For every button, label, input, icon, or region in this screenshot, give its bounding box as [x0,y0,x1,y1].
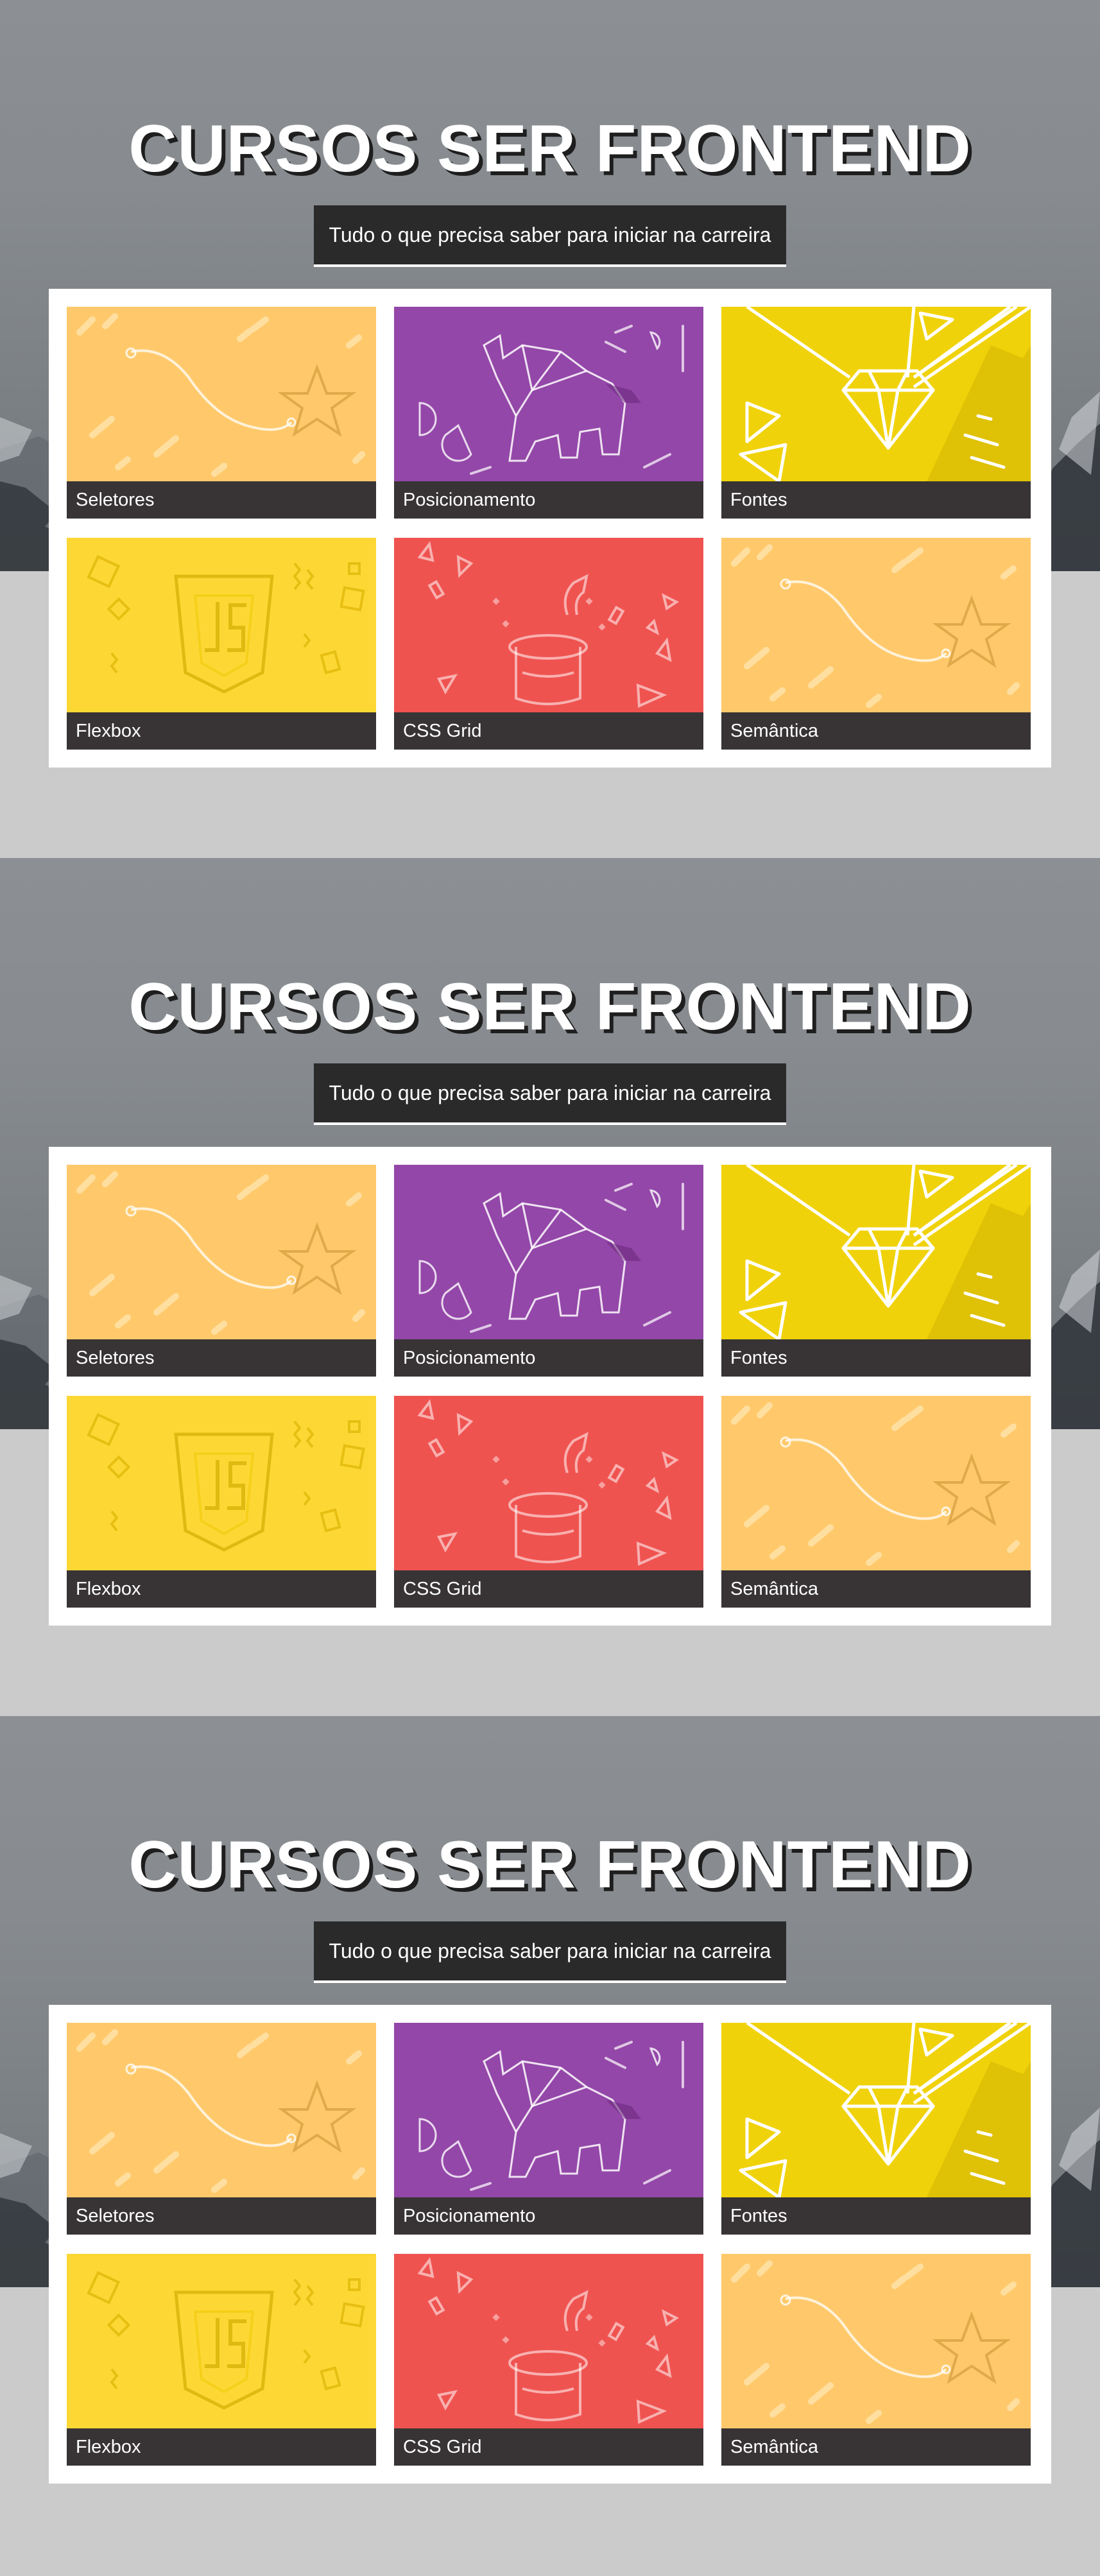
course-card-posicionamento[interactable]: Posicionamento [394,1165,703,1377]
page: CURSOS SER FRONTEND Tudo o que precisa s… [0,0,1100,2574]
subtitle-banner: Tudo o que precisa saber para iniciar na… [314,1063,786,1125]
js-shield-icon [87,1413,365,1552]
course-card-sem-ntica[interactable]: Semântica [721,1396,1031,1608]
course-thumbnail[interactable] [67,307,376,481]
course-thumbnail[interactable] [721,538,1031,712]
magic-hat-icon [417,541,679,708]
course-label[interactable]: Posicionamento [394,2197,703,2235]
diamond-pencil-icon [739,307,1031,481]
course-section: CURSOS SER FRONTEND Tudo o que precisa s… [0,0,1100,858]
page-title: CURSOS SER FRONTEND [128,112,972,186]
path-star-icon [76,1171,365,1335]
course-label[interactable]: Fontes [721,481,1031,519]
course-thumbnail[interactable] [721,2254,1031,2428]
course-label[interactable]: Seletores [67,481,376,519]
origami-elephant-icon [418,2041,684,2191]
course-card-flexbox[interactable]: Flexbox [67,2254,376,2466]
course-label[interactable]: Fontes [721,2197,1031,2235]
js-shield-icon [87,554,365,694]
course-thumbnail[interactable] [67,1165,376,1339]
course-label[interactable]: Seletores [67,2197,376,2235]
course-section: CURSOS SER FRONTEND Tudo o que precisa s… [0,858,1100,1716]
js-shield-icon [87,2271,365,2410]
diamond-pencil-icon [739,2023,1031,2197]
course-thumbnail[interactable] [67,2254,376,2428]
course-label[interactable]: CSS Grid [394,2428,703,2466]
course-card-css-grid[interactable]: CSS Grid [394,1396,703,1608]
origami-elephant-icon [418,325,684,475]
course-label[interactable]: Semântica [721,1570,1031,1608]
course-card-seletores[interactable]: Seletores [67,2023,376,2235]
course-panel: Seletores Posicionamento Fontes Flexbox … [49,1147,1051,1626]
page-title: CURSOS SER FRONTEND [128,970,972,1044]
course-thumbnail[interactable] [394,538,703,712]
course-card-sem-ntica[interactable]: Semântica [721,538,1031,750]
page-title: CURSOS SER FRONTEND [128,1828,972,1902]
course-label[interactable]: CSS Grid [394,712,703,750]
course-card-fontes[interactable]: Fontes [721,307,1031,519]
course-card-flexbox[interactable]: Flexbox [67,1396,376,1608]
course-section: CURSOS SER FRONTEND Tudo o que precisa s… [0,1716,1100,2574]
course-label[interactable]: Semântica [721,712,1031,750]
diamond-pencil-icon [739,1165,1031,1339]
course-card-posicionamento[interactable]: Posicionamento [394,2023,703,2235]
course-grid: Seletores Posicionamento Fontes Flexbox … [67,307,1033,750]
course-card-fontes[interactable]: Fontes [721,2023,1031,2235]
course-label[interactable]: Posicionamento [394,481,703,519]
magic-hat-icon [417,1399,679,1567]
course-card-css-grid[interactable]: CSS Grid [394,2254,703,2466]
course-card-sem-ntica[interactable]: Semântica [721,2254,1031,2466]
path-star-icon [731,544,1020,708]
course-thumbnail[interactable] [67,1396,376,1570]
course-label[interactable]: Semântica [721,2428,1031,2466]
course-panel: Seletores Posicionamento Fontes Flexbox … [49,289,1051,768]
course-thumbnail[interactable] [394,2254,703,2428]
course-thumbnail[interactable] [67,538,376,712]
path-star-icon [76,313,365,477]
course-label[interactable]: CSS Grid [394,1570,703,1608]
path-star-icon [76,2029,365,2193]
course-thumbnail[interactable] [394,1396,703,1570]
subtitle-banner: Tudo o que precisa saber para iniciar na… [314,1921,786,1983]
origami-elephant-icon [418,1183,684,1333]
subtitle-banner: Tudo o que precisa saber para iniciar na… [314,205,786,267]
course-card-fontes[interactable]: Fontes [721,1165,1031,1377]
course-label[interactable]: Flexbox [67,1570,376,1608]
course-label[interactable]: Flexbox [67,2428,376,2466]
course-thumbnail[interactable] [394,2023,703,2197]
course-thumbnail[interactable] [721,2023,1031,2197]
course-thumbnail[interactable] [721,1165,1031,1339]
course-thumbnail[interactable] [721,1396,1031,1570]
course-label[interactable]: Posicionamento [394,1339,703,1377]
course-thumbnail[interactable] [394,307,703,481]
path-star-icon [731,2260,1020,2424]
course-label[interactable]: Fontes [721,1339,1031,1377]
course-label[interactable]: Flexbox [67,712,376,750]
course-grid: Seletores Posicionamento Fontes Flexbox … [67,1165,1033,1608]
course-grid: Seletores Posicionamento Fontes Flexbox … [67,2023,1033,2466]
course-card-seletores[interactable]: Seletores [67,1165,376,1377]
course-thumbnail[interactable] [394,1165,703,1339]
course-thumbnail[interactable] [67,2023,376,2197]
course-label[interactable]: Seletores [67,1339,376,1377]
course-card-seletores[interactable]: Seletores [67,307,376,519]
course-card-posicionamento[interactable]: Posicionamento [394,307,703,519]
magic-hat-icon [417,2257,679,2425]
path-star-icon [731,1402,1020,1566]
course-thumbnail[interactable] [721,307,1031,481]
course-card-css-grid[interactable]: CSS Grid [394,538,703,750]
course-card-flexbox[interactable]: Flexbox [67,538,376,750]
course-panel: Seletores Posicionamento Fontes Flexbox … [49,2005,1051,2484]
